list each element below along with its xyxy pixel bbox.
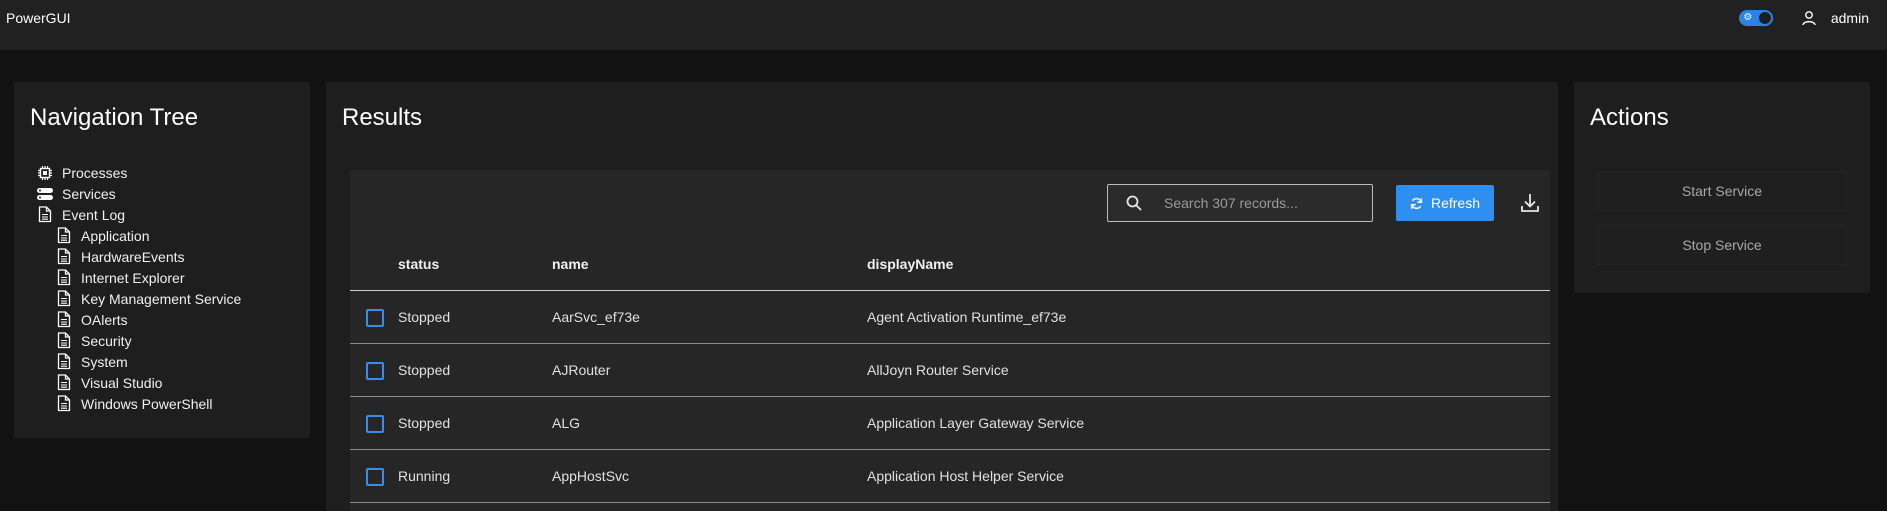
document-icon	[55, 395, 73, 413]
app-title: PowerGUI	[6, 10, 71, 26]
column-header-status[interactable]: status	[398, 238, 439, 290]
toggle-knob	[1758, 12, 1771, 24]
refresh-label: Refresh	[1430, 195, 1481, 211]
nav-item-label: System	[81, 353, 128, 370]
cpu-icon	[36, 164, 54, 182]
nav-item-label: Application	[81, 227, 150, 244]
nav-item-internet-explorer[interactable]: Internet Explorer	[36, 267, 241, 288]
document-icon	[55, 269, 73, 287]
cell-displayname: Application Host Helper Service	[867, 468, 1064, 484]
refresh-icon	[1410, 197, 1423, 209]
download-icon[interactable]	[1518, 191, 1542, 215]
navigation-tree: Processes Services Event Log Application Har…	[36, 162, 241, 414]
row-checkbox[interactable]	[366, 468, 384, 486]
document-icon	[55, 332, 73, 350]
document-icon	[55, 227, 73, 245]
nav-item-processes[interactable]: Processes	[36, 162, 241, 183]
table-row[interactable]: Stopped AJRouter AllJoyn Router Service	[350, 344, 1550, 397]
user-menu[interactable]: admin	[1801, 10, 1869, 26]
table-body: Stopped AarSvc_ef73e Agent Activation Runt…	[350, 291, 1550, 503]
user-icon	[1802, 11, 1816, 26]
nav-item-label: Processes	[62, 164, 128, 181]
nav-item-security[interactable]: Security	[36, 330, 241, 351]
nav-item-label: Security	[81, 332, 132, 349]
nav-item-system[interactable]: System	[36, 351, 241, 372]
app-bar: PowerGUI ⚙ admin	[0, 0, 1887, 50]
search-input[interactable]	[1164, 195, 1364, 211]
stop-service-button[interactable]: Stop Service	[1598, 226, 1846, 264]
server-icon	[36, 185, 54, 203]
results-grid: Refresh status name displayName Stopped A…	[350, 170, 1550, 511]
nav-item-services[interactable]: Services	[36, 183, 241, 204]
cell-name: AppHostSvc	[552, 468, 630, 484]
table-row[interactable]: Stopped AarSvc_ef73e Agent Activation Runt…	[350, 291, 1550, 344]
row-checkbox[interactable]	[366, 362, 384, 380]
nav-item-visual-studio[interactable]: Visual Studio	[36, 372, 241, 393]
nav-item-label: HardwareEvents	[81, 248, 185, 265]
navigation-panel: Navigation Tree Processes Services Event L…	[14, 82, 310, 438]
start-service-button[interactable]: Start Service	[1598, 172, 1846, 210]
nav-item-event-log[interactable]: Event Log	[36, 204, 241, 225]
gear-icon: ⚙	[1743, 12, 1753, 23]
cell-status: Running	[398, 468, 451, 484]
results-title: Results	[342, 104, 423, 131]
nav-item-label: Services	[62, 185, 116, 202]
navigation-title: Navigation Tree	[30, 104, 199, 131]
cell-displayname: Agent Activation Runtime_ef73e	[867, 309, 1067, 325]
nav-item-key-management-service[interactable]: Key Management Service	[36, 288, 241, 309]
column-header-name[interactable]: name	[552, 238, 589, 290]
column-header-displayname[interactable]: displayName	[867, 238, 953, 290]
document-icon	[36, 206, 54, 224]
nav-item-application[interactable]: Application	[36, 225, 241, 246]
actions-panel: Actions Start Service Stop Service	[1574, 82, 1870, 293]
cell-name: ALG	[552, 415, 581, 431]
nav-item-label: OAlerts	[81, 311, 128, 328]
nav-item-hardwareevents[interactable]: HardwareEvents	[36, 246, 241, 267]
cell-status: Stopped	[398, 309, 451, 325]
refresh-button[interactable]: Refresh	[1396, 185, 1494, 221]
nav-item-label: Visual Studio	[81, 374, 163, 391]
cell-status: Stopped	[398, 362, 451, 378]
document-icon	[55, 374, 73, 392]
table-header: status name displayName	[350, 238, 1550, 291]
nav-item-windows-powershell[interactable]: Windows PowerShell	[36, 393, 241, 414]
cell-status: Stopped	[398, 415, 451, 431]
theme-toggle[interactable]: ⚙	[1738, 10, 1773, 26]
user-name: admin	[1830, 10, 1869, 26]
cell-displayname: AllJoyn Router Service	[867, 362, 1009, 378]
cell-name: AarSvc_ef73e	[552, 309, 640, 325]
nav-item-label: Event Log	[62, 206, 126, 223]
document-icon	[55, 248, 73, 266]
row-checkbox[interactable]	[366, 309, 384, 327]
actions-title: Actions	[1590, 104, 1669, 131]
cell-displayname: Application Layer Gateway Service	[867, 415, 1085, 431]
cell-name: AJRouter	[552, 362, 611, 378]
search-icon	[1126, 195, 1142, 211]
table-row[interactable]: Running AppHostSvc Application Host Helper…	[350, 450, 1550, 503]
table-row[interactable]: Stopped ALG Application Layer Gateway Serv…	[350, 397, 1550, 450]
results-panel: Results Refresh status name	[326, 82, 1558, 511]
nav-item-oalerts[interactable]: OAlerts	[36, 309, 241, 330]
search-box[interactable]	[1107, 184, 1373, 222]
document-icon	[55, 353, 73, 371]
nav-item-label: Windows PowerShell	[81, 395, 213, 412]
row-checkbox[interactable]	[366, 415, 384, 433]
document-icon	[55, 311, 73, 329]
document-icon	[55, 290, 73, 308]
nav-item-label: Key Management Service	[81, 290, 242, 307]
nav-item-label: Internet Explorer	[81, 269, 185, 286]
